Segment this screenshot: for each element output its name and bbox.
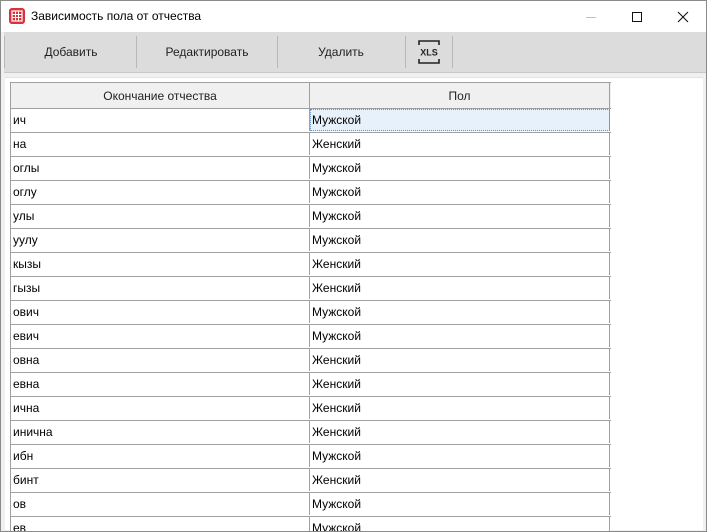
window-title: Зависимость пола от отчества (31, 9, 202, 23)
table-body: ич Мужской на Женский оглы Мужской оглу Мужской… (11, 109, 611, 531)
minimize-button[interactable] (568, 1, 614, 32)
add-button[interactable]: Добавить (6, 34, 136, 70)
xls-export-icon: XLS (418, 40, 440, 64)
cell-ending[interactable]: инична (11, 421, 310, 443)
cell-ending[interactable]: ович (11, 301, 310, 323)
cell-ending[interactable]: кызы (11, 253, 310, 275)
table-row[interactable]: гызы Женский (11, 277, 611, 301)
table-row[interactable]: ов Мужской (11, 493, 611, 517)
table-row[interactable]: овна Женский (11, 349, 611, 373)
table-row[interactable]: евна Женский (11, 373, 611, 397)
close-icon (677, 11, 689, 22)
table-row[interactable]: ибн Мужской (11, 445, 611, 469)
cell-gender[interactable]: Женский (310, 253, 610, 275)
cell-gender[interactable]: Мужской (310, 157, 610, 179)
table-row[interactable]: улы Мужской (11, 205, 611, 229)
cell-gender[interactable]: Женский (310, 469, 610, 491)
cell-ending[interactable]: оглу (11, 181, 310, 203)
table-row[interactable]: ович Мужской (11, 301, 611, 325)
cell-ending[interactable]: гызы (11, 277, 310, 299)
table-row[interactable]: уулу Мужской (11, 229, 611, 253)
cell-ending[interactable]: овна (11, 349, 310, 371)
app-icon (9, 8, 25, 24)
table-row[interactable]: евич Мужской (11, 325, 611, 349)
toolbar-separator (452, 36, 453, 68)
cell-ending[interactable]: ов (11, 493, 310, 515)
table-row[interactable]: оглу Мужской (11, 181, 611, 205)
cell-gender[interactable]: Женский (310, 397, 610, 419)
cell-gender[interactable]: Женский (310, 349, 610, 371)
delete-button[interactable]: Удалить (278, 34, 404, 70)
table-row[interactable]: кызы Женский (11, 253, 611, 277)
cell-ending[interactable]: ибн (11, 445, 310, 467)
close-button[interactable] (660, 1, 706, 32)
column-header-ending[interactable]: Окончание отчества (11, 83, 310, 108)
cell-gender[interactable]: Женский (310, 421, 610, 443)
cell-gender[interactable]: Мужской (310, 109, 610, 131)
maximize-icon (632, 11, 642, 22)
cell-ending[interactable]: ич (11, 109, 310, 131)
table-row[interactable]: инична Женский (11, 421, 611, 445)
cell-ending[interactable]: евна (11, 373, 310, 395)
table-row[interactable]: на Женский (11, 133, 611, 157)
toolbar-separator (4, 36, 5, 68)
table-row[interactable]: оглы Мужской (11, 157, 611, 181)
cell-gender[interactable]: Мужской (310, 181, 610, 203)
cell-gender[interactable]: Мужской (310, 229, 610, 251)
cell-gender[interactable]: Мужской (310, 445, 610, 467)
table-row[interactable]: ев Мужской (11, 517, 611, 531)
cell-ending[interactable]: ев (11, 517, 310, 531)
table-panel: Окончание отчества Пол ич Мужской на Женски… (5, 77, 703, 531)
cell-gender[interactable]: Мужской (310, 205, 610, 227)
cell-gender[interactable]: Мужской (310, 325, 610, 347)
cell-gender[interactable]: Мужской (310, 517, 610, 531)
xls-icon-text: XLS (420, 48, 438, 58)
table-header: Окончание отчества Пол (11, 82, 611, 109)
table-row[interactable]: ична Женский (11, 397, 611, 421)
table-row[interactable]: бинт Женский (11, 469, 611, 493)
cell-ending[interactable]: улы (11, 205, 310, 227)
cell-ending[interactable]: уулу (11, 229, 310, 251)
cell-gender[interactable]: Женский (310, 277, 610, 299)
cell-ending[interactable]: евич (11, 325, 310, 347)
maximize-button[interactable] (614, 1, 660, 32)
main-window: Зависимость пола от отчества Добавить Ре… (0, 0, 707, 532)
cell-ending[interactable]: на (11, 133, 310, 155)
cell-gender[interactable]: Мужской (310, 493, 610, 515)
cell-gender[interactable]: Мужской (310, 301, 610, 323)
cell-ending[interactable]: бинт (11, 469, 310, 491)
toolbar: Добавить Редактировать Удалить XLS (4, 32, 706, 73)
edit-button[interactable]: Редактировать (137, 34, 277, 70)
export-xls-button[interactable]: XLS (406, 34, 452, 70)
cell-ending[interactable]: оглы (11, 157, 310, 179)
cell-gender[interactable]: Женский (310, 133, 610, 155)
column-header-gender[interactable]: Пол (310, 83, 610, 108)
data-table: Окончание отчества Пол ич Мужской на Женски… (10, 82, 611, 531)
cell-ending[interactable]: ична (11, 397, 310, 419)
title-bar[interactable]: Зависимость пола от отчества (1, 1, 706, 32)
minimize-icon (586, 16, 596, 18)
table-row[interactable]: ич Мужской (11, 109, 611, 133)
cell-gender[interactable]: Женский (310, 373, 610, 395)
